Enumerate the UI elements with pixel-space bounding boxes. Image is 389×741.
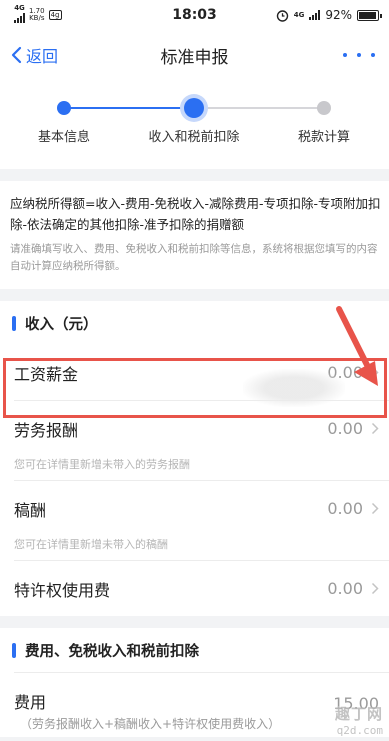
row-value: 0.00 <box>327 419 363 438</box>
watermark-line2: q2d.com <box>336 724 383 737</box>
step-dot-income <box>184 98 204 118</box>
deduction-section-title: 费用、免税收入和税前扣除 <box>25 643 199 660</box>
income-section: 收入（元） 工资薪金 0.00 劳务报酬 0.00 您可在详情里新增未带入的劳务… <box>0 301 389 616</box>
signal-icon-right <box>309 10 321 20</box>
row-value: 0.00 <box>327 579 363 598</box>
watermark-logo: 趣丁网 q2d.com <box>311 703 383 737</box>
row-label: 特许权使用费 <box>14 580 111 600</box>
income-section-title: 收入（元） <box>25 316 98 333</box>
section-marker <box>12 642 16 658</box>
more-dot-icon <box>343 53 347 57</box>
status-left: 4G 1.70 KB/s 4g <box>14 4 62 26</box>
nav-bar: 返回 标准申报 <box>0 30 389 80</box>
row-hint: 您可在详情里新增未带入的劳务报酬 <box>14 458 190 471</box>
more-dot-icon <box>357 53 361 57</box>
page-title: 标准申报 <box>160 47 229 68</box>
step-label-income[interactable]: 收入和税前扣除 <box>148 126 239 145</box>
net-speed: 1.70 KB/s <box>29 8 45 22</box>
back-button[interactable]: 返回 <box>10 43 58 67</box>
signal-icon <box>14 13 25 23</box>
status-right: 4G 92% <box>276 8 382 22</box>
chevron-left-icon <box>11 46 22 64</box>
row-hint: 您可在详情里新增未带入的稿酬 <box>14 538 168 551</box>
income-row-franchise[interactable]: 特许权使用费 0.00 <box>0 561 389 616</box>
network-indicator: 4G <box>14 4 25 26</box>
chevron-right-icon <box>371 422 379 435</box>
income-section-header: 收入（元） <box>0 301 389 345</box>
watermark-line1: 趣丁网 <box>334 705 383 723</box>
network-type-right: 4G <box>293 11 305 19</box>
step-label-tax-calc[interactable]: 税款计算 <box>298 126 350 145</box>
income-row-labor[interactable]: 劳务报酬 0.00 <box>0 401 389 456</box>
battery-icon <box>357 9 382 21</box>
volte-badge: 4g <box>48 10 62 20</box>
section-marker <box>12 315 16 331</box>
row-label: 劳务报酬 <box>14 420 79 440</box>
formula-info: 应纳税所得额=收入-费用-免税收入-减除费用-专项扣除-专项附加扣除-依法确定的… <box>0 181 389 289</box>
step-dot-basic-info <box>57 101 71 115</box>
row-label: 稿酬 <box>14 500 47 520</box>
back-label: 返回 <box>26 47 59 66</box>
net-speed-unit: KB/s <box>29 14 45 22</box>
chevron-right-icon <box>371 366 379 379</box>
more-button[interactable] <box>343 53 375 57</box>
step-connector-todo <box>194 107 324 109</box>
battery-percent: 92% <box>325 8 352 22</box>
alarm-icon <box>276 9 288 22</box>
chevron-right-icon <box>371 582 379 595</box>
income-row-royalty[interactable]: 稿酬 0.00 <box>0 481 389 536</box>
step-connector-done <box>64 107 194 109</box>
row-value: 0.00 <box>327 499 363 518</box>
row-label: 费用 <box>14 693 47 712</box>
status-bar: 4G 1.70 KB/s 4g 18:03 4G 92% <box>0 0 389 30</box>
network-type: 4G <box>14 4 25 12</box>
redaction-blur <box>243 369 345 407</box>
progress-stepper: 基本信息 收入和税前扣除 税款计算 <box>0 80 389 169</box>
step-label-basic-info[interactable]: 基本信息 <box>38 126 90 145</box>
formula-note: 请准确填写收入、费用、免税收入和税前扣除等信息，系统将根据您填写的内容自动计算应… <box>10 243 378 272</box>
row-label: 工资薪金 <box>14 364 79 384</box>
chevron-right-icon <box>371 502 379 515</box>
formula-text: 应纳税所得额=收入-费用-免税收入-减除费用-专项扣除-专项附加扣除-依法确定的… <box>10 196 381 232</box>
more-dot-icon <box>371 53 375 57</box>
step-dot-tax-calc <box>317 101 331 115</box>
clock: 18:03 <box>172 7 217 23</box>
deduction-section-header: 费用、免税收入和税前扣除 <box>0 628 389 672</box>
